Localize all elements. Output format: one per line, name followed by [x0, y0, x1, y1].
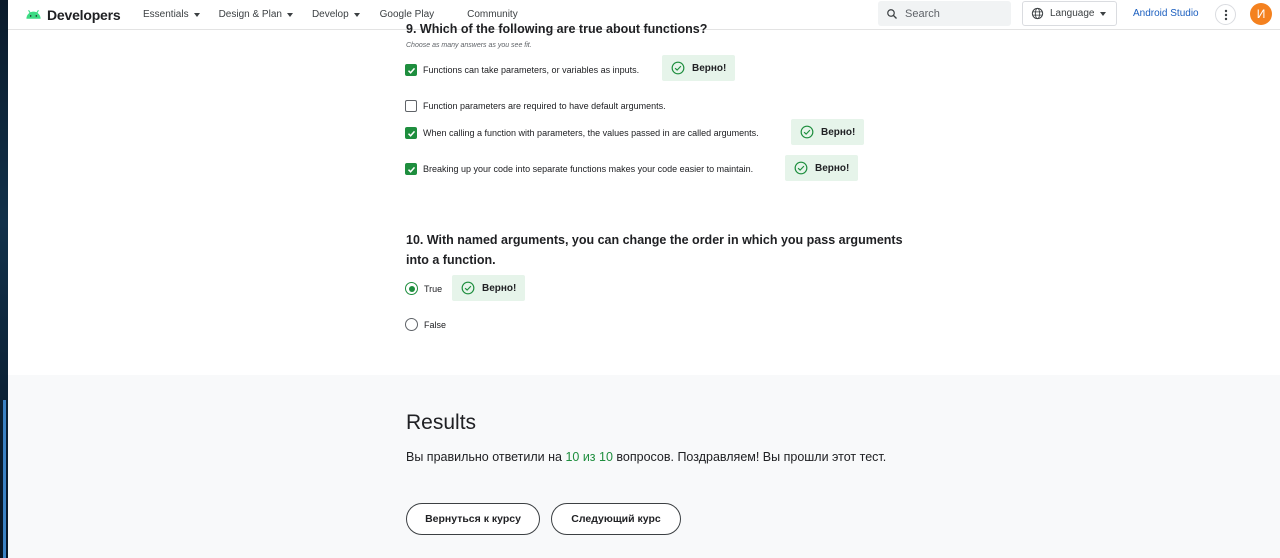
feedback-text: Верно!	[692, 62, 727, 74]
search-icon	[887, 8, 897, 19]
caret-down-icon	[286, 12, 293, 17]
option-label: Functions can take parameters, or variab…	[423, 65, 640, 75]
question-9-subtitle: Choose as many answers as you see fit.	[406, 42, 532, 49]
feedback-text: Верно!	[482, 282, 517, 294]
globe-icon	[1031, 7, 1044, 20]
check-circle-icon	[461, 281, 475, 295]
caret-down-icon	[353, 12, 360, 17]
nav-essentials[interactable]: Essentials	[143, 9, 200, 20]
option-label: True	[424, 283, 443, 294]
developers-logo[interactable]: Developers	[25, 7, 143, 23]
results-score: 10 из 10	[565, 450, 613, 464]
more-options-button[interactable]	[1215, 4, 1236, 25]
results-title: Results	[406, 411, 477, 434]
q9-option-3[interactable]: When calling a function with parameters,…	[405, 127, 759, 139]
language-selector[interactable]: Language	[1022, 1, 1117, 26]
q9-option-4[interactable]: Breaking up your code into separate func…	[405, 163, 753, 175]
nav-community[interactable]: Community	[467, 9, 518, 20]
check-circle-icon	[800, 125, 814, 139]
results-text: Вы правильно ответили на 10 из 10 вопрос…	[406, 446, 896, 468]
caret-down-icon	[193, 12, 200, 17]
option-label: Function parameters are required to have…	[423, 101, 666, 111]
correct-badge: Верно!	[662, 55, 736, 81]
check-circle-icon	[794, 161, 808, 175]
q9-option-1[interactable]: Functions can take parameters, or variab…	[405, 64, 639, 76]
option-label: False	[424, 319, 447, 330]
checkbox-unchecked-icon[interactable]	[405, 100, 417, 112]
option-label: Breaking up your code into separate func…	[423, 164, 754, 174]
checkbox-checked-icon[interactable]	[405, 127, 417, 139]
logo-text: Developers	[47, 6, 121, 23]
results-section: Results Вы правильно ответили на 10 из 1…	[8, 375, 1280, 558]
nav-label: Develop	[311, 9, 349, 20]
q9-option-2[interactable]: Function parameters are required to have…	[405, 100, 666, 112]
nav-label: Google Play	[379, 9, 435, 20]
question-10-title: 10. With named arguments, you can change…	[406, 233, 903, 267]
search-box[interactable]	[878, 1, 1011, 26]
avatar[interactable]: И	[1250, 3, 1272, 25]
page: Developers Essentials Design & Plan Deve…	[8, 0, 1280, 558]
caret-down-icon	[1099, 11, 1106, 16]
nav-label: Community	[467, 9, 518, 20]
checkbox-checked-icon[interactable]	[405, 64, 417, 76]
option-label: When calling a function with parameters,…	[423, 128, 759, 138]
question-9-title: 9. Which of the following are true about…	[406, 22, 708, 36]
next-course-button[interactable]: Следующий курс	[551, 503, 681, 535]
results-text-before: Вы правильно ответили на	[406, 450, 566, 464]
nav-label: Design & Plan	[218, 9, 282, 20]
checkbox-checked-icon[interactable]	[405, 163, 417, 175]
feedback-text: Верно!	[815, 162, 850, 174]
radio-unselected-icon[interactable]	[405, 318, 418, 331]
desktop-background-strip	[0, 0, 8, 558]
nav-label: Essentials	[143, 9, 189, 20]
correct-badge: Верно!	[785, 155, 859, 181]
correct-badge: Верно!	[452, 275, 526, 301]
main-nav: Essentials Design & Plan Develop Google …	[143, 9, 538, 20]
results-text-after: вопросов. Поздравляем! Вы прошли этот те…	[612, 450, 887, 464]
nav-google-play[interactable]: Google Play	[380, 9, 434, 20]
android-logo-icon	[26, 9, 41, 19]
q10-option-false[interactable]: False	[405, 318, 446, 331]
back-to-course-button[interactable]: Вернуться к курсу	[406, 503, 540, 535]
correct-badge: Верно!	[791, 119, 865, 145]
q10-option-true[interactable]: True	[405, 282, 442, 295]
radio-selected-icon[interactable]	[405, 282, 418, 295]
nav-design-plan[interactable]: Design & Plan	[219, 9, 293, 20]
more-vert-icon	[1224, 9, 1227, 20]
check-circle-icon	[671, 61, 685, 75]
android-studio-link[interactable]: Android Studio	[1133, 8, 1199, 19]
nav-develop[interactable]: Develop	[312, 9, 360, 20]
feedback-text: Верно!	[821, 126, 856, 138]
window-edge-accent	[3, 400, 6, 558]
language-label: Language	[1050, 8, 1095, 19]
search-input[interactable]	[905, 7, 1005, 20]
